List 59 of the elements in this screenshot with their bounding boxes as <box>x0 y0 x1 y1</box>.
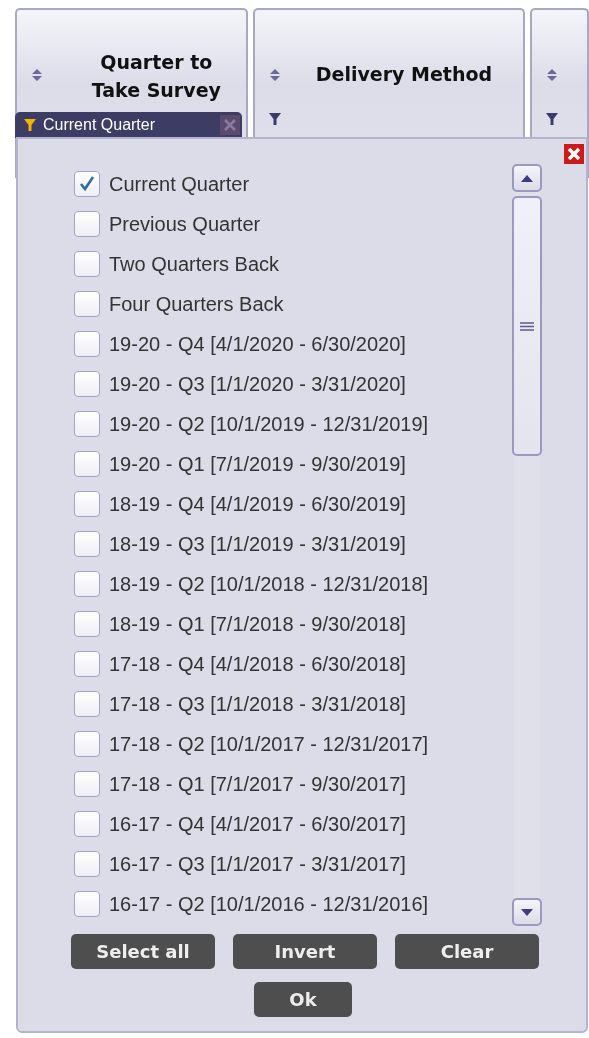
checkbox[interactable] <box>74 531 100 557</box>
scrollbar-thumb[interactable] <box>512 196 542 456</box>
checkbox[interactable] <box>74 811 100 837</box>
checkbox[interactable] <box>74 171 100 197</box>
filter-icon[interactable] <box>545 112 560 126</box>
sort-icon[interactable] <box>268 68 281 82</box>
filter-chip[interactable]: Current Quarter <box>15 112 242 138</box>
option-label[interactable]: 19-20 - Q1 [7/1/2019 - 9/30/2019] <box>109 452 406 476</box>
column-title: Delivery Method <box>314 62 494 87</box>
grip-icon <box>520 321 534 331</box>
filter-chip-label: Current Quarter <box>43 116 157 134</box>
option-label[interactable]: 17-18 - Q2 [10/1/2017 - 12/31/2017] <box>109 732 429 756</box>
option-label[interactable]: 18-19 - Q3 [1/1/2019 - 3/31/2019] <box>109 532 406 556</box>
close-icon[interactable] <box>564 144 584 164</box>
filter-icon[interactable] <box>267 112 282 126</box>
checkbox[interactable] <box>74 651 100 677</box>
option-label[interactable]: 18-19 - Q1 [7/1/2018 - 9/30/2018] <box>109 612 406 636</box>
checkbox[interactable] <box>74 451 100 477</box>
option-label[interactable]: 17-18 - Q3 [1/1/2018 - 3/31/2018] <box>109 692 406 716</box>
filter-icon[interactable] <box>23 118 37 132</box>
checkbox[interactable] <box>74 611 100 637</box>
checkbox[interactable] <box>74 411 100 437</box>
column-title: Quarter to Take Survey <box>90 50 222 103</box>
action-button[interactable]: Select all <box>71 934 215 969</box>
checkbox[interactable] <box>74 371 100 397</box>
checkbox[interactable] <box>74 571 100 597</box>
option-label[interactable]: 16-17 - Q4 [4/1/2017 - 6/30/2017] <box>109 812 406 836</box>
checkbox[interactable] <box>74 491 100 517</box>
scroll-down-button[interactable] <box>512 898 542 926</box>
option-label[interactable]: 17-18 - Q4 [4/1/2018 - 6/30/2018] <box>109 652 406 676</box>
sort-icon[interactable] <box>31 68 43 82</box>
action-button[interactable]: Invert <box>233 934 377 969</box>
up-arrow-icon <box>521 174 533 182</box>
down-arrow-icon <box>521 908 533 916</box>
ok-button[interactable]: Ok <box>254 982 352 1017</box>
option-label[interactable]: 16-17 - Q2 [10/1/2016 - 12/31/2016] <box>109 892 429 916</box>
checkbox[interactable] <box>74 771 100 797</box>
checkbox[interactable] <box>74 211 100 237</box>
checkbox[interactable] <box>74 851 100 877</box>
checkbox[interactable] <box>74 891 100 917</box>
option-label[interactable]: 19-20 - Q3 [1/1/2020 - 3/31/2020] <box>109 372 406 396</box>
option-label[interactable]: 17-18 - Q1 [7/1/2017 - 9/30/2017] <box>109 772 406 796</box>
checkbox[interactable] <box>74 251 100 277</box>
scroll-up-button[interactable] <box>512 164 542 192</box>
option-label[interactable]: 19-20 - Q2 [10/1/2019 - 12/31/2019] <box>109 412 429 436</box>
action-button[interactable]: Clear <box>395 934 539 969</box>
option-label[interactable]: 16-17 - Q3 [1/1/2017 - 3/31/2017] <box>109 852 406 876</box>
option-label[interactable]: Previous Quarter <box>109 212 261 236</box>
checkmark-icon <box>78 175 96 193</box>
option-label[interactable]: 18-19 - Q4 [4/1/2019 - 6/30/2019] <box>109 492 406 516</box>
checkbox[interactable] <box>74 691 100 717</box>
option-label[interactable]: Four Quarters Back <box>109 292 284 316</box>
option-label[interactable]: Two Quarters Back <box>109 252 280 276</box>
sort-icon[interactable] <box>546 68 559 82</box>
checkbox[interactable] <box>74 731 100 757</box>
checkbox[interactable] <box>74 331 100 357</box>
option-label[interactable]: 18-19 - Q2 [10/1/2018 - 12/31/2018] <box>109 572 429 596</box>
checkbox[interactable] <box>74 291 100 317</box>
option-label[interactable]: 19-20 - Q4 [4/1/2020 - 6/30/2020] <box>109 332 406 356</box>
